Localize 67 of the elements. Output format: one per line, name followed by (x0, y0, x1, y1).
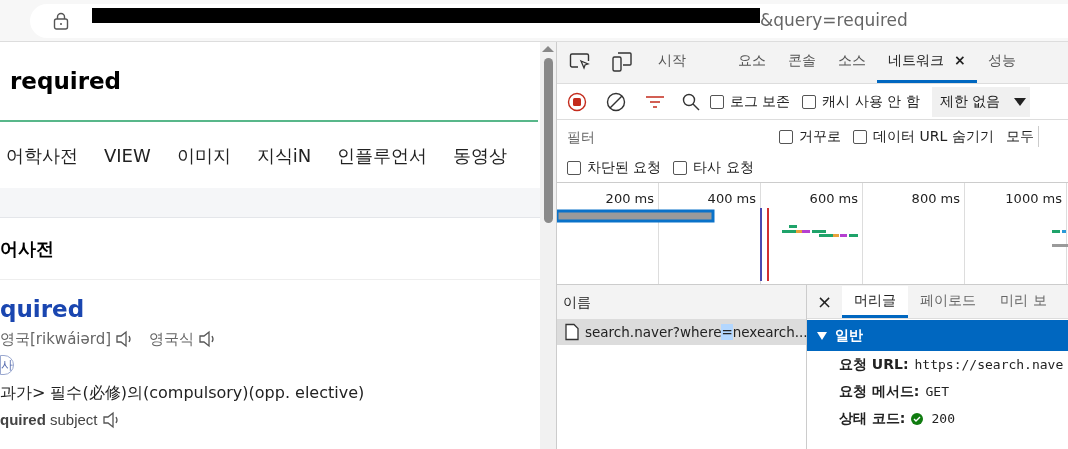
url-text: &query=required (760, 8, 908, 32)
device-icon[interactable] (611, 51, 633, 73)
type-filter-button[interactable]: 모두 (1005, 126, 1039, 147)
timeline-tick-label: 600 ms (809, 190, 858, 208)
checkbox-label: 차단된 요청 (587, 158, 662, 177)
inspect-icon[interactable] (569, 52, 591, 72)
section-header[interactable]: 일반 (807, 320, 1068, 351)
nav-tab[interactable]: 동영상 (453, 141, 508, 169)
scrollbar-thumb[interactable] (543, 58, 553, 223)
nav-tab[interactable]: 인플루언서 (337, 141, 428, 169)
details-tab[interactable]: 페이로드 (908, 286, 989, 318)
close-icon[interactable]: × (954, 50, 966, 71)
checkbox[interactable] (567, 160, 581, 175)
section-title: 어사전 (0, 237, 54, 261)
nav-tab[interactable]: 지식iN (256, 141, 312, 169)
details-tab[interactable]: 미리 보 (988, 286, 1059, 318)
checkbox[interactable] (853, 129, 867, 144)
timeline-tick-label: 1000 ms (1005, 190, 1062, 208)
document-icon (565, 323, 579, 341)
header-value: https://search.nave (914, 355, 1064, 374)
checkbox-label: 데이터 URL 숨기기 (873, 127, 994, 146)
checkbox[interactable] (710, 94, 724, 109)
header-value: 200 (931, 409, 955, 428)
devtools-tab[interactable]: 요소 (727, 41, 777, 83)
checkbox-label: 거꾸로 (799, 127, 841, 146)
details-tab[interactable]: 머리글 (842, 286, 909, 318)
search-icon[interactable] (682, 92, 700, 111)
filter-icon (644, 93, 666, 110)
nav-tab[interactable]: 이미지 (176, 141, 231, 169)
header-key: 요청 URL: (839, 354, 909, 375)
header-key: 요청 메서드: (839, 381, 920, 402)
entry-word[interactable]: quired (0, 294, 540, 324)
success-icon (911, 412, 924, 425)
column-header[interactable]: 이름 (557, 285, 806, 319)
definition-text: 과가> 필수(必修)의(compulsory)(opp. elective) (0, 381, 366, 404)
devtools-tab[interactable]: 소스 (827, 41, 877, 83)
nav-tab[interactable]: 어학사전 (6, 141, 78, 169)
header-key: 상태 코드: (839, 408, 906, 429)
clear-icon[interactable] (606, 91, 626, 112)
checkbox[interactable] (779, 129, 793, 144)
request-row[interactable]: search.naver?where=nexearch... (557, 319, 806, 345)
timeline-tick-label: 800 ms (911, 190, 960, 208)
checkbox[interactable] (673, 160, 688, 175)
address-bar[interactable]: &query=required (30, 3, 1068, 38)
checkbox-label: 타사 요청 (693, 158, 754, 177)
checkbox-label: 로그 보존 (730, 92, 791, 111)
example-text: quired subject (0, 409, 98, 430)
checkbox[interactable] (802, 94, 817, 109)
expand-triangle-icon (817, 331, 827, 340)
throttle-dropdown[interactable]: 제한 없음 (931, 86, 1031, 117)
devtools-tab[interactable]: 콘솔 (777, 41, 827, 83)
header-value: GET (925, 382, 949, 401)
request-name: search.naver?where=nexearch... (585, 322, 808, 342)
close-icon[interactable]: × (817, 292, 833, 311)
search-query: required (10, 66, 122, 96)
devtools-tab[interactable]: 성능 (976, 41, 1027, 83)
devtools-tab[interactable]: 시작 (647, 41, 697, 83)
timeline-tick-label: 200 ms (605, 190, 654, 208)
pronunciation: 영국[rikwáiərd] (0, 329, 111, 350)
timeline-tick-label: 400 ms (707, 190, 756, 208)
nav-tab[interactable]: VIEW (104, 141, 151, 169)
part-of-speech-badge: 사 (0, 354, 14, 375)
lock-icon (53, 11, 69, 30)
checkbox-label: 캐시 사용 안 함 (822, 92, 920, 111)
devtools-tab[interactable]: 네트워크 × (877, 41, 977, 83)
pronunciation: 영국식 (149, 329, 194, 350)
dropdown-arrow-icon (1014, 97, 1027, 106)
